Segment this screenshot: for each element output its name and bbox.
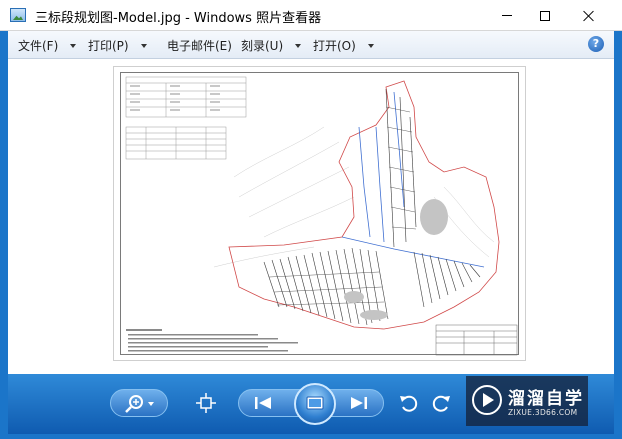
image-viewport[interactable]	[8, 59, 614, 374]
photo-viewer-window: 三标段规划图-Model.jpg - Windows 照片查看器 文件(F) 打…	[0, 0, 622, 439]
next-button[interactable]	[344, 391, 374, 415]
rotate-ccw-icon	[400, 395, 418, 412]
plot-rungs	[268, 106, 417, 306]
project-boundary	[228, 80, 500, 330]
general-notes	[126, 329, 298, 352]
menu-bar: 文件(F) 打印(P) 电子邮件(E) 刻录(U) 打开(O) ?	[8, 31, 614, 59]
minimize-icon	[502, 15, 512, 16]
menu-open-label: 打开(O)	[313, 39, 356, 53]
slideshow-button[interactable]	[294, 383, 336, 425]
rotate-left-button[interactable]	[396, 391, 420, 415]
chevron-down-icon	[140, 43, 147, 48]
rotate-cw-icon	[432, 395, 450, 412]
displayed-image	[113, 66, 526, 361]
next-icon	[351, 397, 367, 409]
chevron-down-icon	[70, 43, 77, 48]
help-icon[interactable]: ?	[588, 36, 604, 52]
title-bar[interactable]: 三标段规划图-Model.jpg - Windows 照片查看器	[0, 0, 622, 31]
menu-file-label: 文件(F)	[18, 39, 59, 53]
menu-print[interactable]: 打印(P)	[88, 37, 147, 54]
menu-print-label: 打印(P)	[88, 39, 129, 53]
watermark-title: 溜溜自学	[508, 389, 584, 409]
settlement-areas	[344, 199, 448, 320]
menu-email-label: 电子邮件(E)	[167, 39, 232, 53]
field-plots	[263, 88, 481, 326]
chevron-down-icon	[295, 43, 302, 48]
site-watermark: 溜溜自学 ZIXUE.3D66.COM	[466, 376, 588, 426]
play-logo-icon	[472, 385, 502, 415]
previous-button[interactable]	[248, 391, 278, 415]
chevron-down-icon	[367, 43, 374, 48]
title-block	[435, 324, 518, 356]
channel-lines	[341, 91, 485, 268]
watermark-url: ZIXUE.3D66.COM	[508, 408, 578, 417]
maximize-icon	[540, 10, 550, 21]
zoom-button[interactable]	[110, 389, 168, 417]
rotate-right-button[interactable]	[430, 391, 454, 415]
previous-icon	[255, 397, 271, 409]
menu-file[interactable]: 文件(F)	[18, 37, 77, 54]
maximize-button[interactable]	[522, 0, 568, 31]
coordinate-table	[125, 126, 227, 160]
fit-window-icon	[196, 393, 216, 413]
menu-burn[interactable]: 刻录(U)	[241, 37, 302, 54]
window-title: 三标段规划图-Model.jpg - Windows 照片查看器	[35, 11, 322, 26]
legend-table	[125, 76, 247, 118]
menu-open[interactable]: 打开(O)	[313, 37, 374, 54]
site-plan-drawing	[125, 76, 518, 356]
magnifier-icon	[125, 395, 154, 413]
menu-burn-label: 刻录(U)	[241, 39, 284, 53]
close-icon	[583, 10, 595, 22]
photo-viewer-app-icon[interactable]	[10, 8, 26, 22]
slideshow-icon	[306, 396, 324, 410]
menu-email[interactable]: 电子邮件(E)	[167, 37, 232, 54]
actual-size-button[interactable]	[194, 391, 218, 415]
close-button[interactable]	[566, 0, 612, 31]
